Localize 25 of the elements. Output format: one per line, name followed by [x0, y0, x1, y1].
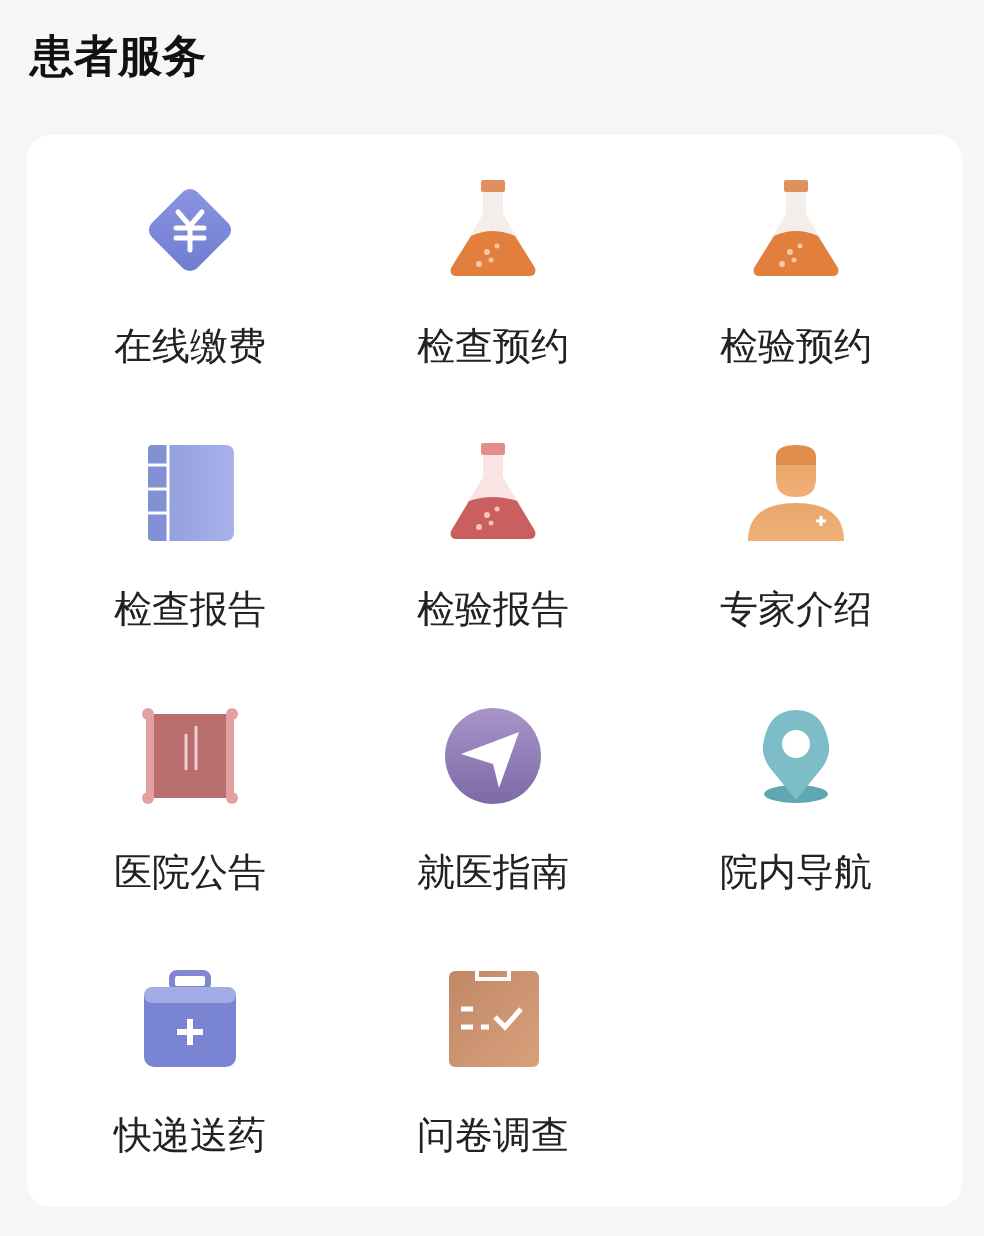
service-item[interactable]: 专家介绍	[646, 443, 946, 631]
notice-board-icon	[140, 706, 240, 806]
service-label: 院内导航	[720, 850, 872, 894]
service-label: 检查报告	[114, 587, 266, 631]
service-item[interactable]: 就医指南	[343, 706, 643, 894]
service-label: 专家介绍	[720, 587, 872, 631]
service-item[interactable]: 检查预约	[343, 180, 643, 368]
section-title: 患者服务	[28, 29, 207, 83]
service-item[interactable]: 快递送药	[40, 969, 340, 1157]
service-item[interactable]: 检验预约	[646, 180, 946, 368]
service-label: 检验预约	[720, 324, 872, 368]
doctor-icon	[746, 443, 846, 543]
service-label: 问卷调查	[417, 1113, 569, 1157]
service-label: 检验报告	[417, 587, 569, 631]
service-item[interactable]: 在线缴费	[40, 180, 340, 368]
service-item[interactable]: 检验报告	[343, 443, 643, 631]
service-item[interactable]: 医院公告	[40, 706, 340, 894]
service-label: 医院公告	[114, 850, 266, 894]
service-label: 在线缴费	[114, 324, 266, 368]
service-label: 检查预约	[417, 324, 569, 368]
service-item[interactable]: 院内导航	[646, 706, 946, 894]
service-label: 就医指南	[417, 850, 569, 894]
service-label: 快递送药	[114, 1113, 266, 1157]
service-item[interactable]: 问卷调查	[343, 969, 643, 1157]
service-item[interactable]: 检查报告	[40, 443, 340, 631]
